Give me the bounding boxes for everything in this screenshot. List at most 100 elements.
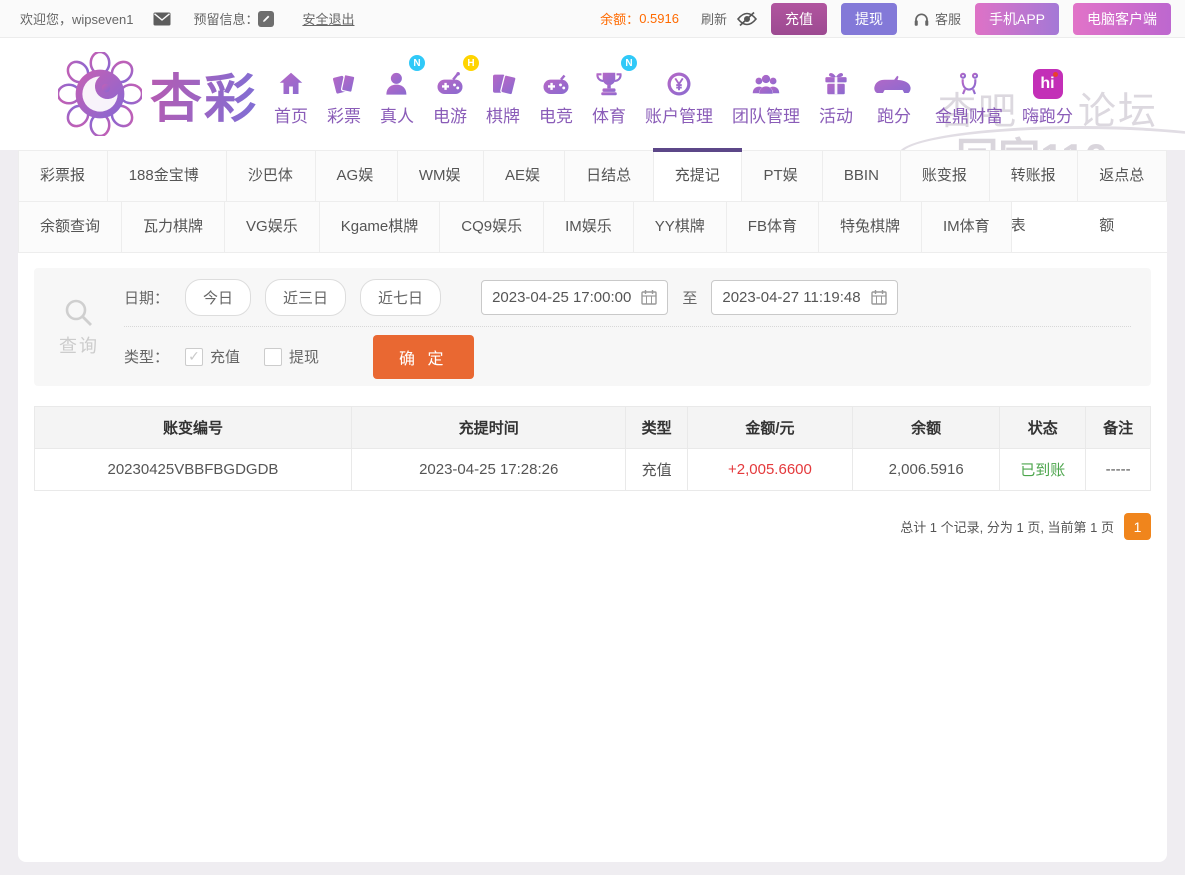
nav-item-esports[interactable]: 电竞: [539, 61, 573, 127]
tab-item[interactable]: BBIN: [822, 151, 901, 201]
pc-client-button[interactable]: 电脑客户端: [1073, 2, 1171, 35]
tab-item[interactable]: YY棋牌: [633, 202, 727, 252]
nav-item-live[interactable]: N 真人: [380, 55, 426, 127]
tab-item[interactable]: Kgame棋牌: [319, 202, 441, 252]
calendar-icon: [641, 290, 658, 305]
tab-item[interactable]: CQ9娱乐: [440, 202, 545, 252]
checkbox-withdraw[interactable]: 提现: [264, 346, 319, 367]
col-header: 充提时间: [350, 406, 627, 449]
site-logo[interactable]: 杏彩: [58, 52, 258, 136]
date-label: 日期：: [124, 289, 170, 307]
balance-label: 余额：: [600, 12, 640, 27]
nav-item-hipaofen[interactable]: hi 嗨跑分: [1022, 61, 1073, 127]
badge-n: N: [409, 55, 426, 71]
cell-status: 已到账: [999, 448, 1087, 491]
tab-item[interactable]: 沙巴体育: [226, 151, 316, 234]
cell-type: 充值: [625, 448, 688, 491]
site-header: 杏吧 论坛 回家110.com 杏彩 首页: [0, 38, 1185, 150]
tab-item[interactable]: 彩票报表: [18, 151, 108, 234]
edit-icon[interactable]: [258, 10, 275, 27]
tab-item[interactable]: AG娱乐: [315, 151, 398, 234]
tab-item[interactable]: 账变报表: [900, 151, 990, 234]
logout-link[interactable]: 安全退出: [302, 9, 354, 28]
welcome-text: 欢迎您，wipseven1: [20, 12, 134, 27]
tab-item[interactable]: 日结总览: [565, 151, 654, 234]
main-nav: 首页 彩票 N 真人 H 电游 棋牌 电竞 N 体育 账户管理 团队管理 活动 …: [274, 55, 1073, 127]
recharge-button[interactable]: 充值: [770, 2, 827, 35]
live-person-icon: N: [381, 55, 426, 99]
date-from-input[interactable]: 2023-04-25 17:00:00: [481, 279, 669, 315]
checkbox-empty-icon: [264, 347, 283, 366]
eye-off-icon[interactable]: [736, 11, 757, 27]
tab-item[interactable]: 瓦力棋牌: [122, 202, 226, 252]
lottery-tickets-icon: [328, 61, 360, 99]
table-row: 20230425VBBFBGDGDB 2023-04-25 17:28:26 充…: [34, 448, 1151, 491]
tab-item[interactable]: 特兔棋牌: [818, 202, 922, 252]
nav-item-activity[interactable]: 活动: [819, 61, 853, 127]
col-header: 账变编号: [34, 406, 352, 449]
pagination-summary: 总计 1 个记录, 分为 1 页, 当前第 1 页: [900, 520, 1114, 535]
mobile-app-button[interactable]: 手机APP: [974, 2, 1059, 35]
table-header-row: 账变编号 充提时间 类型 金额/元 余额 状态 备注: [34, 406, 1151, 449]
tab-item[interactable]: IM体育: [921, 202, 1012, 252]
cell-amount: +2,005.6600: [686, 448, 854, 491]
tab-item[interactable]: PT娱乐: [742, 151, 823, 234]
tab-item[interactable]: 返点总额: [1078, 151, 1167, 234]
quick-today-button[interactable]: 今日: [185, 278, 252, 316]
customer-service-button[interactable]: 客服: [913, 9, 961, 28]
tab-item[interactable]: 余额查询: [18, 202, 123, 252]
rhino-icon: [872, 61, 916, 99]
quick-3days-button[interactable]: 近三日: [265, 278, 347, 316]
to-label: 至: [682, 289, 698, 307]
col-header: 金额/元: [686, 406, 854, 449]
nav-item-home[interactable]: 首页: [274, 61, 308, 127]
date-to-input[interactable]: 2023-04-27 11:19:48: [711, 279, 898, 315]
badge-n: N: [621, 55, 638, 71]
page-1-button[interactable]: 1: [1124, 513, 1151, 540]
tab-item[interactable]: AE娱乐: [484, 151, 566, 234]
date-filter-row: 日期： 今日 近三日 近七日 2023-04-25 17:00:00 至 202…: [124, 268, 1131, 327]
tab-item[interactable]: 转账报表: [989, 151, 1079, 234]
tab-item[interactable]: 188金宝博体育: [107, 151, 227, 234]
cauldron-icon: [954, 61, 984, 99]
tab-item[interactable]: IM娱乐: [544, 202, 634, 252]
nav-item-lottery[interactable]: 彩票: [327, 61, 361, 127]
cards-icon: [487, 61, 519, 99]
cell-remark: -----: [1085, 448, 1151, 491]
nav-item-chess[interactable]: 棋牌: [486, 61, 520, 127]
refresh-button[interactable]: 刷新: [701, 9, 727, 28]
customer-service-label: 客服: [934, 12, 961, 27]
reserved-info-label: 预留信息：: [193, 12, 259, 27]
tabs-row-2: 余额查询 瓦力棋牌 VG娱乐 Kgame棋牌 CQ9娱乐 IM娱乐 YY棋牌 F…: [18, 202, 1167, 253]
tab-item[interactable]: VG娱乐: [225, 202, 320, 252]
nav-item-sports[interactable]: N 体育: [592, 55, 638, 127]
tab-item-active[interactable]: 充提记录: [652, 148, 743, 234]
col-header: 状态: [999, 406, 1087, 449]
nav-item-team[interactable]: 团队管理: [732, 61, 800, 127]
withdraw-button[interactable]: 提现: [840, 2, 897, 35]
quick-7days-button[interactable]: 近七日: [360, 278, 442, 316]
query-column: 查询: [34, 268, 124, 386]
nav-item-jinding[interactable]: 金鼎财富: [935, 61, 1003, 127]
main-panel: 彩票报表 188金宝博体育 沙巴体育 AG娱乐 WM娱乐 AE娱乐 日结总览 充…: [18, 148, 1167, 862]
headphones-icon: [914, 13, 929, 26]
calendar-icon: [870, 290, 887, 305]
nav-item-account[interactable]: 账户管理: [645, 61, 713, 127]
nav-item-egame[interactable]: H 电游: [433, 55, 480, 127]
badge-h: H: [463, 55, 480, 71]
query-label: 查询: [59, 336, 99, 356]
mail-icon[interactable]: [153, 12, 171, 26]
trophy-icon: N: [593, 55, 638, 99]
coin-yuan-icon: [663, 61, 695, 99]
nav-item-paofen[interactable]: 跑分: [872, 61, 916, 127]
gamepad-icon: H: [433, 55, 480, 99]
tab-item[interactable]: FB体育: [726, 202, 819, 252]
tab-item[interactable]: WM娱乐: [397, 151, 485, 234]
cell-record-id: 20230425VBBFBGDGDB: [34, 448, 352, 491]
logo-flower-icon: [58, 52, 142, 136]
filter-panel: 查询 日期： 今日 近三日 近七日 2023-04-25 17:00:00 至 …: [34, 268, 1151, 386]
esports-gamepad-icon: [539, 61, 573, 99]
checkbox-recharge[interactable]: ✓ 充值: [185, 346, 240, 367]
balance-value: 0.5916: [639, 11, 679, 26]
confirm-button[interactable]: 确 定: [373, 334, 474, 379]
